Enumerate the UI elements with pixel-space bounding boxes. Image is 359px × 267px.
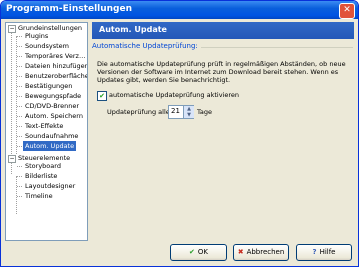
tree-connector — [17, 166, 22, 167]
ok-label: OK — [197, 248, 208, 256]
tree-item-ui[interactable]: Benutzeroberfläche — [23, 71, 87, 81]
tree-connector — [17, 146, 22, 147]
tree-item-timeline[interactable]: Timeline — [23, 191, 55, 201]
spinner-arrows-icon[interactable]: ▲ ▼ — [183, 106, 194, 118]
tree-item-motion-paths[interactable]: Bewegungspfade — [23, 91, 83, 101]
tree-connector — [17, 66, 22, 67]
help-button[interactable]: ? Hilfe — [296, 244, 352, 261]
panel-header: Autom. Update — [92, 22, 354, 39]
group-label: Automatische Updateprüfung: — [92, 42, 201, 50]
ok-button[interactable]: ✔ OK — [170, 244, 227, 261]
tree-item-plugins[interactable]: Plugins — [23, 31, 50, 41]
tree-connector — [17, 136, 22, 137]
tree-connector — [17, 196, 22, 197]
tree-connector — [16, 176, 17, 214]
tree-connector — [17, 106, 22, 107]
tree-connector — [17, 76, 22, 77]
update-description: Die automatische Updateprüfung prüft in … — [97, 60, 346, 84]
close-icon: ✕ — [343, 5, 351, 15]
tree-connector — [17, 86, 22, 87]
tree-connector — [17, 186, 22, 187]
tree-item-autosave[interactable]: Autom. Speichern — [23, 111, 85, 121]
window-title: Programm-Einstellungen — [6, 4, 133, 14]
tree-connector — [17, 36, 22, 37]
tree-item-temp-dir[interactable]: Temporäres Verz… — [23, 51, 87, 61]
title-bar[interactable]: Programm-Einstellungen ✕ — [1, 1, 358, 19]
tree-connector — [11, 32, 12, 174]
tree-item-text-effects[interactable]: Text-Effekte — [23, 121, 65, 131]
panel-title: Autom. Update — [99, 25, 167, 34]
auto-update-checkbox-label[interactable]: automatische Updateprüfung aktivieren — [109, 91, 239, 99]
tree-item-sound-recording[interactable]: Soundaufnahme — [23, 131, 80, 141]
close-button[interactable]: ✕ — [339, 3, 355, 19]
tree-connector — [17, 56, 22, 57]
tree-item-burner[interactable]: CD/DVD-Brenner — [23, 101, 81, 111]
tree-connector — [17, 126, 22, 127]
collapse-icon[interactable]: − — [8, 155, 16, 163]
tree-item-add-files[interactable]: Dateien hinzufügen — [23, 61, 87, 71]
tree-item-image-list[interactable]: Bilderliste — [23, 171, 59, 181]
interval-unit: Tage — [197, 108, 213, 116]
settings-tree[interactable]: − Grundeinstellungen Plugins Soundsystem… — [5, 22, 88, 241]
cancel-button[interactable]: ✖ Abbrechen — [233, 244, 289, 261]
cancel-icon: ✖ — [237, 248, 244, 256]
tree-connector — [17, 96, 22, 97]
interval-spinner[interactable]: 21 ▲ ▼ — [168, 105, 194, 119]
interval-label: Updateprüfung alle: — [107, 108, 172, 116]
auto-update-checkbox[interactable]: ✔ — [97, 91, 107, 101]
tree-item-soundsystem[interactable]: Soundsystem — [23, 41, 71, 51]
tree-item-confirmations[interactable]: Bestätigungen — [23, 81, 74, 91]
help-icon: ? — [312, 248, 317, 256]
interval-value[interactable]: 21 — [171, 107, 180, 115]
tree-connector — [17, 176, 22, 177]
tree-item-auto-update[interactable]: Autom. Update — [23, 141, 77, 151]
cancel-label: Abbrechen — [246, 248, 285, 256]
collapse-icon[interactable]: − — [8, 25, 16, 33]
checkmark-icon: ✔ — [189, 248, 195, 256]
tree-connector — [17, 116, 22, 117]
help-label: Hilfe — [319, 248, 336, 256]
tree-item-storyboard[interactable]: Storyboard — [23, 161, 63, 171]
tree-item-layout-designer[interactable]: Layoutdesigner — [23, 181, 77, 191]
tree-connector — [17, 46, 22, 47]
